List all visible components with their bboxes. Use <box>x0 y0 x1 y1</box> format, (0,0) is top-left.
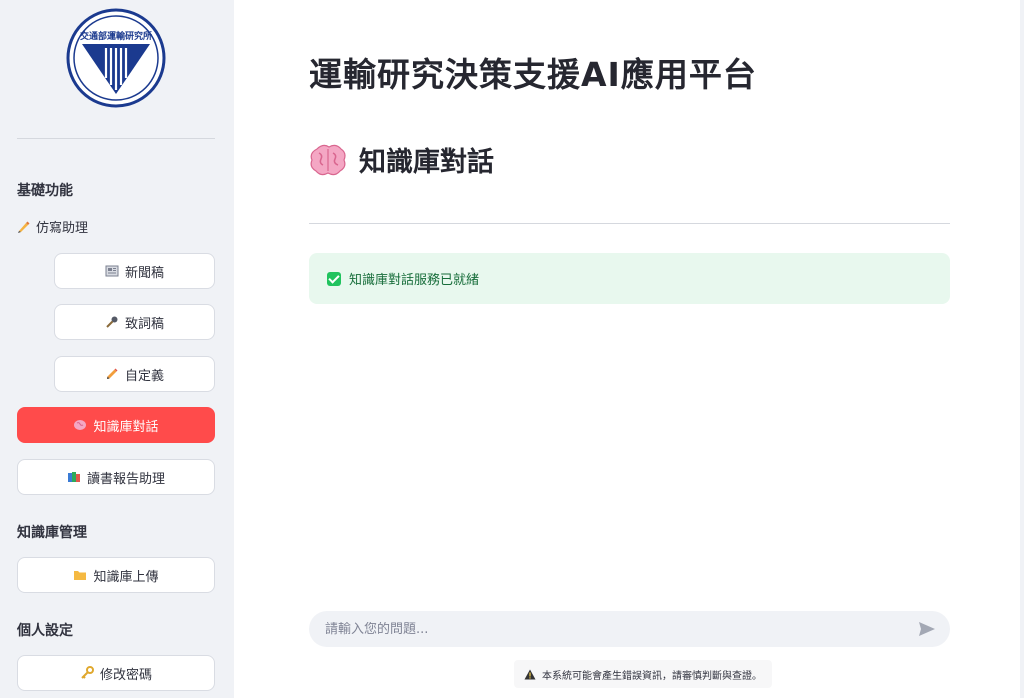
send-button[interactable] <box>916 618 938 640</box>
disclaimer-text: 本系統可能會產生錯誤資訊，請審慎判斷與查證。 <box>542 670 762 682</box>
change-password-button[interactable]: 修改密碼 <box>17 655 215 691</box>
check-icon <box>327 271 341 286</box>
window-edge <box>1020 0 1024 698</box>
kb-upload-button[interactable]: 知識庫上傳 <box>17 557 215 593</box>
writing-hand-icon <box>18 221 30 233</box>
sub-title-writing-label: 仿寫助理 <box>36 221 89 236</box>
svg-text:交通部運輸研究所: 交通部運輸研究所 <box>80 30 152 42</box>
sidebar-item-reading-report[interactable]: 讀書報告助理 <box>17 459 215 495</box>
key-icon <box>81 666 94 679</box>
newspaper-icon <box>105 265 119 277</box>
section-title-kb: 知識庫管理 <box>17 525 87 541</box>
institute-logo: 交通部運輸研究所 <box>66 8 166 108</box>
sidebar: 交通部運輸研究所 基礎功能 仿寫助理 新聞稿 致詞稿 自定義 知識庫對話 讀書報… <box>0 0 234 698</box>
sidebar-item-label: 自定義 <box>124 368 164 384</box>
sidebar-item-kb-chat[interactable]: 知識庫對話 <box>17 407 215 443</box>
send-icon <box>919 622 935 636</box>
status-alert: 知識庫對話服務已就緒 <box>309 253 950 304</box>
app-title: 運輸研究決策支援AI應用平台 <box>309 55 757 94</box>
change-password-label: 修改密碼 <box>99 667 152 683</box>
chat-input-bar <box>309 611 950 647</box>
sidebar-item-custom[interactable]: 自定義 <box>54 356 215 392</box>
microphone-icon <box>106 316 118 328</box>
chat-input[interactable] <box>325 621 916 637</box>
section-title-basic: 基礎功能 <box>17 183 73 199</box>
page-title-label: 知識庫對話 <box>359 147 494 178</box>
sidebar-item-label: 讀書報告助理 <box>86 471 165 487</box>
main-content: 運輸研究決策支援AI應用平台 知識庫對話 知識庫對話服務已就緒 本系統可能會產生… <box>234 0 1024 698</box>
sidebar-item-press-release[interactable]: 新聞稿 <box>54 253 215 289</box>
folder-icon <box>74 571 87 580</box>
sidebar-item-label: 致詞稿 <box>124 316 164 332</box>
disclaimer: 本系統可能會產生錯誤資訊，請審慎判斷與查證。 <box>514 660 772 688</box>
sub-title-writing: 仿寫助理 <box>17 217 88 236</box>
pencil-icon <box>106 368 118 379</box>
sidebar-item-label: 新聞稿 <box>124 265 164 281</box>
sidebar-item-label: 知識庫對話 <box>93 419 159 435</box>
books-icon <box>67 472 80 482</box>
brain-icon <box>310 144 346 175</box>
main-divider <box>309 223 950 224</box>
status-message: 知識庫對話服務已就緒 <box>349 273 480 288</box>
sidebar-divider <box>17 138 215 139</box>
warning-icon <box>524 669 536 679</box>
sidebar-item-speech[interactable]: 致詞稿 <box>54 304 215 340</box>
kb-upload-label: 知識庫上傳 <box>93 569 159 585</box>
brain-icon <box>74 420 87 430</box>
page-title: 知識庫對話 <box>309 140 494 179</box>
section-title-personal: 個人設定 <box>17 623 73 639</box>
